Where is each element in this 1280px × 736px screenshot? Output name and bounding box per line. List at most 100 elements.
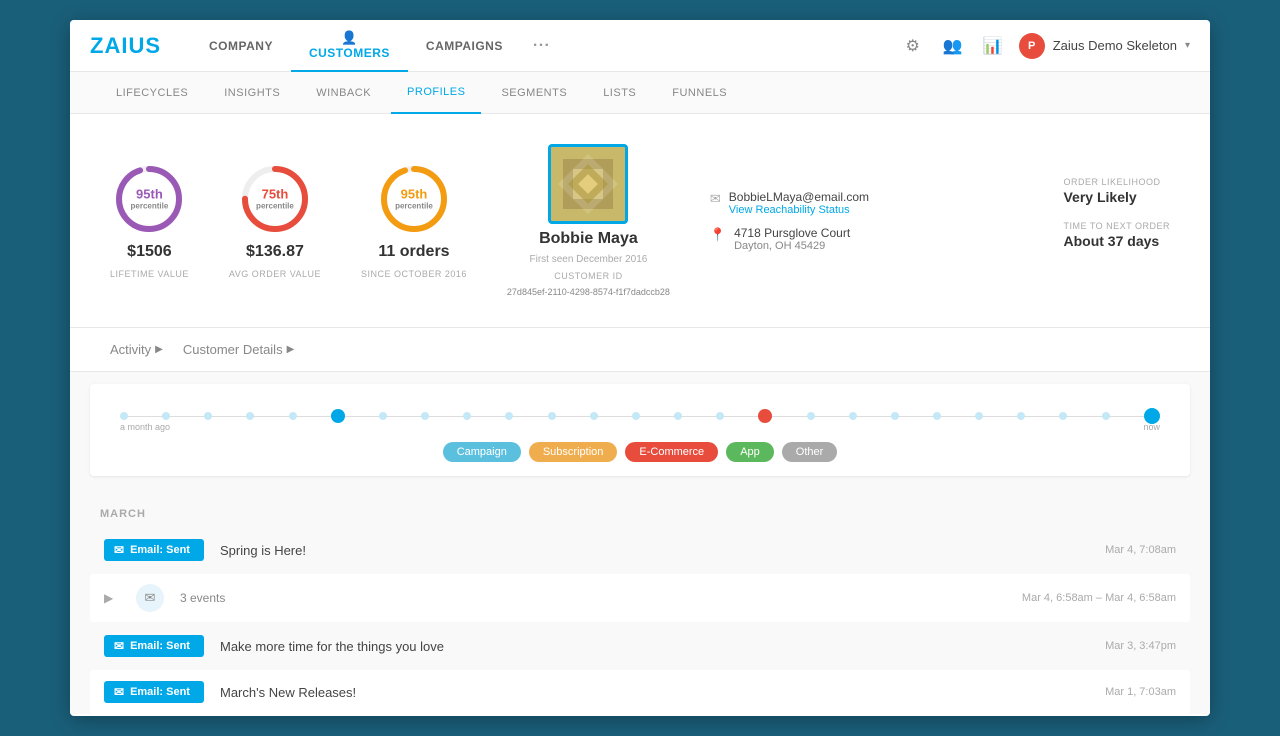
subnav-winback[interactable]: WINBACK: [300, 72, 387, 114]
user-avatar: P: [1019, 33, 1045, 59]
subnav-insights[interactable]: INSIGHTS: [208, 72, 296, 114]
nav-right: ⚙ 👥 📊 P Zaius Demo Skeleton ▾: [899, 32, 1190, 60]
dot-9: [505, 412, 513, 420]
lifetime-value-circle: 95th percentile: [113, 163, 185, 235]
timeline-end-label: now: [1143, 422, 1160, 432]
dot-18: [933, 412, 941, 420]
ord-value: 11 orders: [378, 243, 449, 261]
timeline-dots: [120, 408, 1160, 424]
settings-button[interactable]: ⚙: [899, 32, 927, 60]
app-logo[interactable]: ZAIUS: [90, 33, 161, 59]
ao-desc: AVG ORDER VALUE: [229, 269, 321, 279]
order-likelihood-label: ORDER LIKELIHOOD: [1063, 177, 1170, 187]
event-3-time: Mar 3, 3:47pm: [1105, 640, 1176, 652]
dot-10: [548, 412, 556, 420]
tab-activity[interactable]: Activity ▶: [110, 342, 163, 357]
lv-desc: LIFETIME VALUE: [110, 269, 189, 279]
nav-item-customers[interactable]: 👤 CUSTOMERS: [291, 20, 408, 72]
profile-avatar: [548, 144, 628, 224]
nav-item-company[interactable]: COMPANY: [191, 20, 291, 72]
dot-4: [246, 412, 254, 420]
top-nav: ZAIUS COMPANY 👤 CUSTOMERS CAMPAIGNS ··· …: [70, 20, 1210, 72]
event-row-3: ✉ Email: Sent Make more time for the thi…: [90, 624, 1190, 668]
tab-customer-details[interactable]: Customer Details ▶: [183, 342, 294, 357]
email-icon: ✉: [710, 191, 721, 207]
group-icon: ✉: [136, 584, 164, 612]
profile-first-seen: First seen December 2016: [529, 254, 647, 265]
activity-tabs: Activity ▶ Customer Details ▶: [70, 328, 1210, 372]
events-section: MARCH ✉ Email: Sent Spring is Here! Mar …: [70, 488, 1210, 714]
company-label: COMPANY: [209, 39, 273, 53]
user-menu[interactable]: P Zaius Demo Skeleton ▾: [1019, 33, 1190, 59]
event-2-count: 3 events: [180, 591, 240, 605]
dot-11: [590, 412, 598, 420]
dot-7: [421, 412, 429, 420]
filter-ecommerce[interactable]: E-Commerce: [625, 442, 718, 462]
location-icon: 📍: [710, 227, 726, 243]
subnav-segments[interactable]: SEGMENTS: [485, 72, 583, 114]
subnav-lifecycles[interactable]: LIFECYCLES: [100, 72, 204, 114]
event-2-expand[interactable]: ▶: [104, 591, 120, 605]
event-4-title: March's New Releases!: [220, 685, 1089, 700]
chart-button[interactable]: 📊: [979, 32, 1007, 60]
avg-order-circle: 75th percentile: [239, 163, 311, 235]
timeline-track: a month ago now: [120, 404, 1160, 428]
filter-app[interactable]: App: [726, 442, 774, 462]
profile-meta: ORDER LIKELIHOOD Very Likely TIME TO NEX…: [1063, 177, 1170, 265]
subnav-funnels[interactable]: FUNNELS: [656, 72, 743, 114]
time-to-order-value: About 37 days: [1063, 233, 1170, 249]
user-name: Zaius Demo Skeleton: [1053, 38, 1177, 53]
nav-items: COMPANY 👤 CUSTOMERS CAMPAIGNS ···: [191, 20, 899, 72]
customers-icon: 👤: [341, 30, 358, 46]
app-window: ZAIUS COMPANY 👤 CUSTOMERS CAMPAIGNS ··· …: [70, 20, 1210, 716]
activity-arrow: ▶: [155, 344, 163, 355]
ao-percentile-text: percentile: [256, 202, 294, 212]
time-to-order-group: TIME TO NEXT ORDER About 37 days: [1063, 221, 1170, 249]
event-4-time: Mar 1, 7:03am: [1105, 686, 1176, 698]
month-label: MARCH: [90, 498, 1190, 526]
reachability-link[interactable]: View Reachability Status: [729, 204, 869, 216]
filter-tags: Campaign Subscription E-Commerce App Oth…: [120, 442, 1160, 462]
filter-subscription[interactable]: Subscription: [529, 442, 618, 462]
filter-campaign[interactable]: Campaign: [443, 442, 521, 462]
metric-avg-order: 75th percentile $136.87 AVG ORDER VALUE: [229, 163, 321, 279]
metric-orders: 95th percentile 11 orders SINCE OCTOBER …: [361, 163, 467, 279]
dot-active-1[interactable]: [331, 409, 345, 423]
dot-5: [289, 412, 297, 420]
order-likelihood-value: Very Likely: [1063, 189, 1170, 205]
address-line2: Dayton, OH 45429: [734, 240, 850, 252]
filter-other[interactable]: Other: [782, 442, 838, 462]
customer-id-label: CUSTOMER ID: [554, 271, 622, 281]
campaigns-label: CAMPAIGNS: [426, 39, 503, 53]
subnav-profiles[interactable]: PROFILES: [391, 72, 481, 114]
dot-22: [1102, 412, 1110, 420]
address-line1: 4718 Pursglove Court: [734, 226, 850, 240]
dot-1: [120, 412, 128, 420]
event-4-badge: ✉ Email: Sent: [104, 681, 204, 703]
event-2-time: Mar 4, 6:58am – Mar 4, 6:58am: [1022, 592, 1176, 604]
dot-19: [975, 412, 983, 420]
dot-pink[interactable]: [758, 409, 772, 423]
time-to-order-label: TIME TO NEXT ORDER: [1063, 221, 1170, 231]
address-row: 📍 4718 Pursglove Court Dayton, OH 45429: [710, 226, 869, 252]
users-button[interactable]: 👥: [939, 32, 967, 60]
customer-details-arrow: ▶: [287, 344, 295, 355]
profile-contact: ✉ BobbieLMaya@email.com View Reachabilit…: [710, 190, 869, 252]
dot-12: [632, 412, 640, 420]
sub-nav: LIFECYCLES INSIGHTS WINBACK PROFILES SEG…: [70, 72, 1210, 114]
subnav-lists[interactable]: LISTS: [587, 72, 652, 114]
email-sent-icon-3: ✉: [114, 639, 124, 653]
dot-8: [463, 412, 471, 420]
dot-17: [891, 412, 899, 420]
customers-label: CUSTOMERS: [309, 46, 390, 60]
customer-id-value: 27d845ef-2110-4298-8574-f1f7dadccb28: [507, 287, 670, 297]
timeline-start-label: a month ago: [120, 422, 170, 432]
event-row-1: ✉ Email: Sent Spring is Here! Mar 4, 7:0…: [90, 528, 1190, 572]
timeline-container: a month ago now Campaign Subscription E-…: [90, 384, 1190, 476]
ord-percentile-num: 95th: [395, 186, 433, 202]
nav-item-campaigns[interactable]: CAMPAIGNS: [408, 20, 521, 72]
metric-lifetime-value: 95th percentile $1506 LIFETIME VALUE: [110, 163, 189, 279]
dot-16: [849, 412, 857, 420]
nav-item-more[interactable]: ···: [521, 20, 562, 72]
ao-percentile-num: 75th: [256, 186, 294, 202]
